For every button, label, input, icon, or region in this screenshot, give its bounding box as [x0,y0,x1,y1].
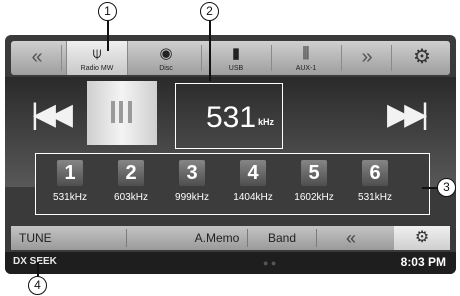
antenna-icon: ⍦ [92,45,102,62]
dx-seek-indicator: DX SEEK [13,256,57,267]
preset-button-6[interactable]: 6 531kHz [349,158,401,210]
preset-frequency: 1602kHz [294,192,334,203]
callout-3: 3 [437,178,456,197]
preset-number: 4 [240,160,266,186]
preset-frequency: 531kHz [358,192,392,203]
callout-2: 2 [200,2,219,21]
pause-icon-bar [128,101,132,123]
preset-scan-button[interactable] [87,81,157,145]
band-button[interactable]: Band [256,226,308,250]
status-indicator-icons: ● ● [263,258,277,268]
preset-frequency: 999kHz [175,192,209,203]
preset-number: 1 [57,160,83,186]
setup-button[interactable]: ⚙ [397,41,447,75]
preset-frequency: 603kHz [114,192,148,203]
amemo-button[interactable]: A.Memo [191,226,243,250]
source-disc-label: Disc [159,65,173,72]
audio-setup-icon: ⚙ [414,229,430,246]
separator [391,45,392,71]
clock: 8:03 PM [400,255,446,269]
separator [61,45,62,71]
separator [201,45,202,71]
preset-button-5[interactable]: 5 1602kHz [288,158,340,210]
pause-icon-bar [119,101,123,123]
frequency-value: 531 [206,101,257,134]
seek-up-button[interactable]: ▶▶| [385,97,429,133]
source-usb-button[interactable]: ▮ USB [206,41,266,75]
frequency-unit: kHz [258,117,275,127]
preset-button-3[interactable]: 3 999kHz [166,158,218,210]
callout-4: 4 [28,276,47,295]
status-bar: DX SEEK ● ● 8:03 PM [5,252,456,274]
source-aux-button[interactable]: ⫼ AUX-1 [276,41,336,75]
preset-frequency: 531kHz [53,192,87,203]
source-next-button[interactable]: » [347,41,387,75]
separator [126,229,127,247]
pause-icon [111,101,115,123]
preset-frequency: 1404kHz [233,192,273,203]
preset-button-2[interactable]: 2 603kHz [105,158,157,210]
separator [247,229,248,247]
usb-icon: ▮ [231,45,241,62]
separator [271,45,272,71]
preset-number: 6 [362,160,388,186]
callout-1: 1 [98,2,117,21]
callout-2-leader [209,21,211,81]
skip-forward-icon: ▶▶| [387,98,429,131]
tune-button[interactable]: TUNE [19,226,99,250]
source-radio-button[interactable]: ⍦ Radio MW [66,41,128,75]
preset-number: 5 [301,160,327,186]
skip-back-icon: |◀◀ [31,98,73,131]
preset-number: 2 [118,160,144,186]
separator [341,45,342,71]
preset-number: 3 [179,160,205,186]
callout-1-leader [107,21,109,51]
seek-down-button[interactable]: |◀◀ [29,97,73,133]
preset-list: 1 531kHz 2 603kHz 3 999kHz 4 1404kHz 5 1… [35,153,430,215]
head-unit-screen: « ⍦ Radio MW ◉ Disc ▮ USB ⫼ AUX-1 » ⚙ |◀… [5,35,456,274]
source-prev-button[interactable]: « [17,41,57,75]
setup-icon: ⚙ [413,46,431,68]
disc-icon: ◉ [159,45,173,62]
source-usb-label: USB [228,65,244,72]
source-aux-label: AUX-1 [295,65,317,72]
callout-3-leader [422,187,437,189]
source-bar: « ⍦ Radio MW ◉ Disc ▮ USB ⫼ AUX-1 » ⚙ [11,41,450,75]
preset-button-4[interactable]: 4 1404kHz [227,158,279,210]
function-bar: TUNE A.Memo Band « ⚙ [11,226,450,250]
separator [316,229,317,247]
frequency-display: 531 kHz [175,83,283,149]
source-disc-button[interactable]: ◉ Disc [136,41,196,75]
back-button[interactable]: « [331,226,371,250]
callout-4-leader [37,262,39,276]
preset-button-1[interactable]: 1 531kHz [44,158,96,210]
audio-setup-button[interactable]: ⚙ [394,226,450,250]
source-radio-label: Radio MW [80,65,114,72]
aux-icon: ⫼ [302,45,310,62]
